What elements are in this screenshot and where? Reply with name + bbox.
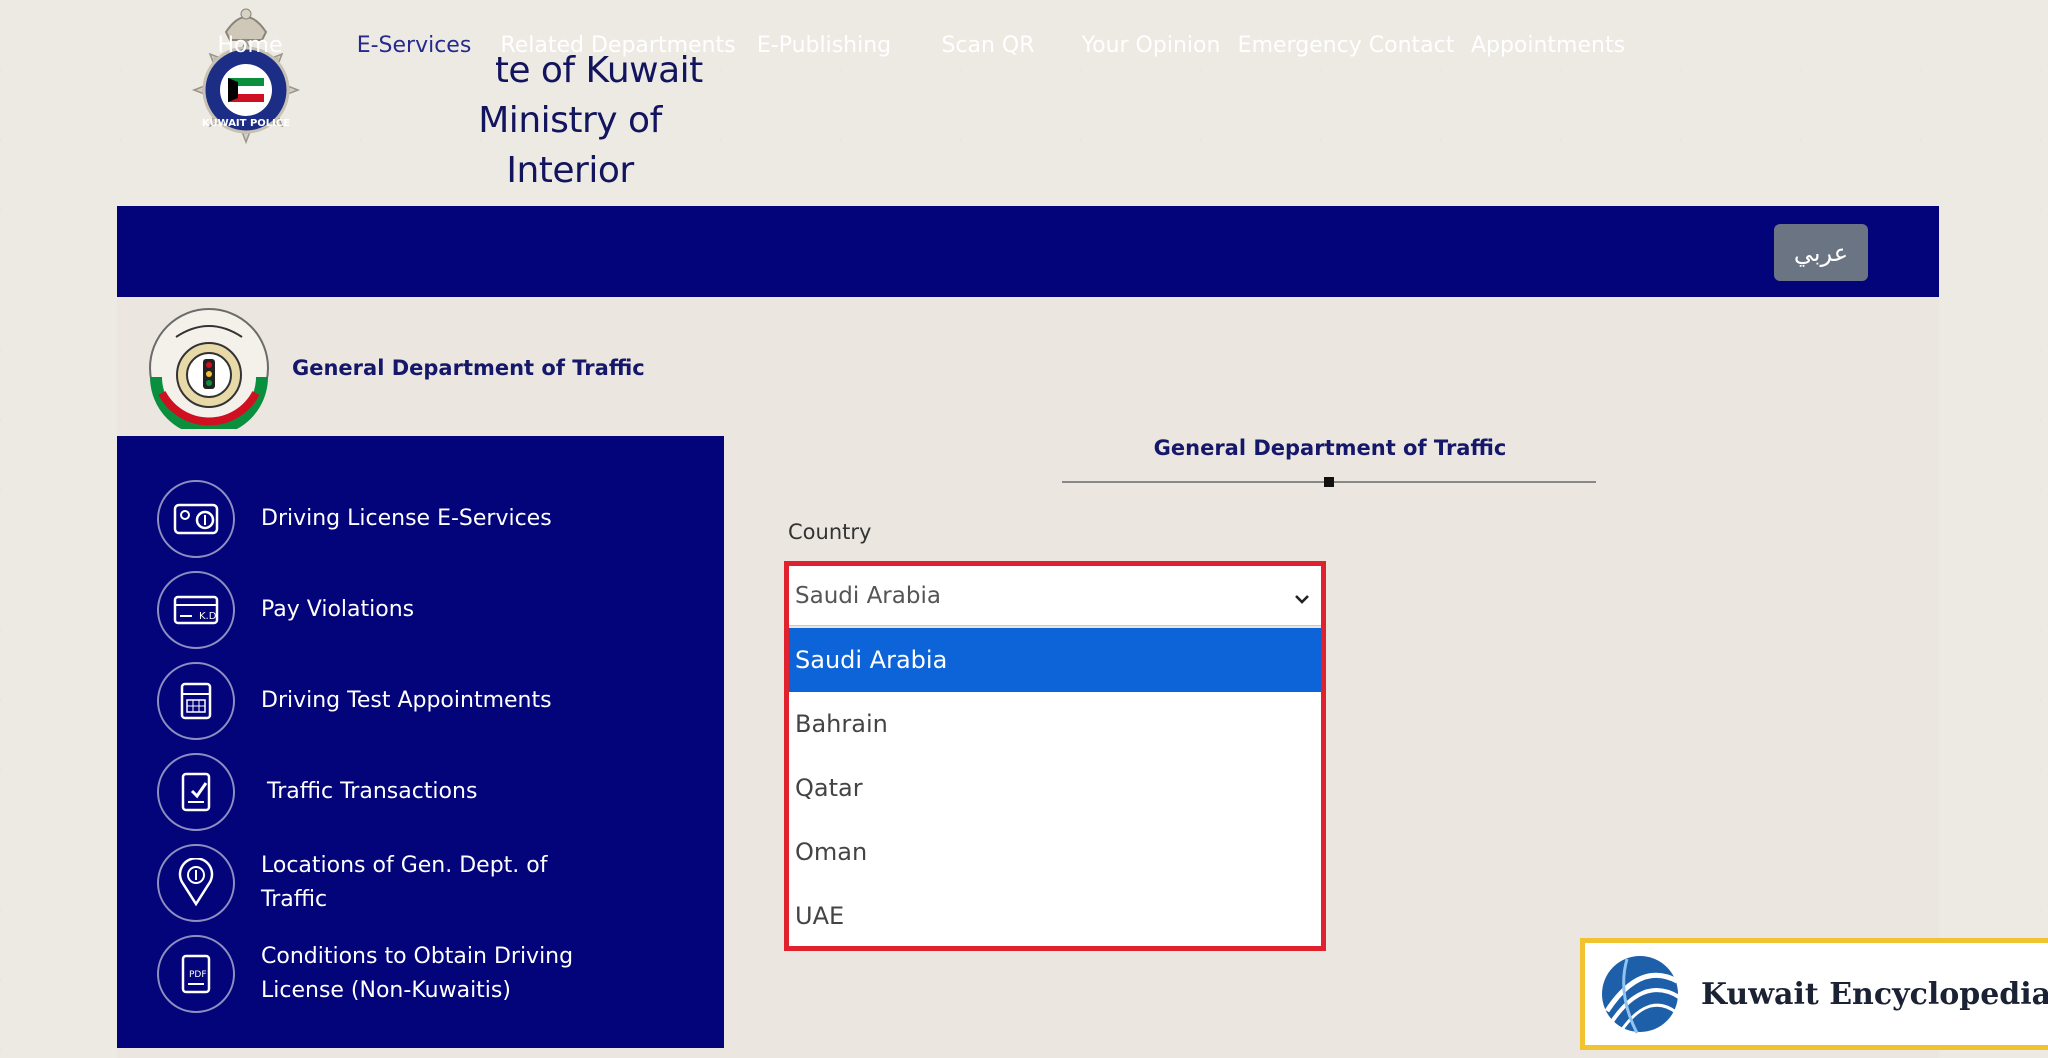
sidebar-item-label: Driving License E-Services: [261, 506, 552, 531]
divider-dot-icon: [1324, 477, 1334, 487]
country-select[interactable]: Saudi Arabia: [789, 566, 1321, 626]
nav-e-publishing[interactable]: E-Publishing: [752, 0, 896, 91]
traffic-department-logo: [148, 307, 270, 436]
pdf-document-icon: PDF: [157, 935, 235, 1013]
arabic-language-button[interactable]: عربي: [1774, 224, 1868, 281]
watermark-text: Kuwait Encyclopedia: [1701, 976, 2048, 1012]
country-option[interactable]: Bahrain: [789, 692, 1321, 756]
sidebar-item-locations[interactable]: Locations of Gen. Dept. of Traffic: [157, 842, 717, 924]
sidebar-item-label: Pay Violations: [261, 597, 415, 622]
nav-home[interactable]: Home: [185, 0, 315, 91]
country-option[interactable]: Oman: [789, 820, 1321, 884]
main-heading: General Department of Traffic: [1153, 436, 1507, 460]
chevron-down-icon: [1293, 586, 1311, 612]
location-pin-icon: [157, 844, 235, 922]
svg-text:KUWAIT POLICE: KUWAIT POLICE: [202, 118, 290, 129]
country-select-value: Saudi Arabia: [795, 582, 941, 609]
sidebar-item-label: Traffic Transactions: [267, 779, 478, 804]
main-navbar: [117, 206, 1939, 297]
nav-emergency-contact[interactable]: Emergency Contact: [1238, 0, 1455, 91]
sidebar-item-driving-license[interactable]: Driving License E-Services: [157, 478, 717, 560]
globe-icon: [1597, 951, 1683, 1037]
nav-scan-qr[interactable]: Scan QR: [930, 0, 1046, 91]
nav-appointments[interactable]: Appointments: [1468, 0, 1628, 91]
country-options-list: Saudi Arabia Bahrain Qatar Oman UAE: [789, 628, 1321, 946]
sidebar-item-label: Driving Test Appointments: [261, 688, 552, 713]
site-title-line2: Ministry of Interior: [478, 100, 662, 191]
services-sidebar: Driving License E-Services K.D Pay Viola…: [117, 436, 724, 1048]
country-option[interactable]: UAE: [789, 884, 1321, 948]
svg-text:PDF: PDF: [189, 970, 207, 980]
country-label: Country: [788, 520, 872, 544]
svg-text:K.D: K.D: [199, 611, 217, 622]
country-option[interactable]: Saudi Arabia: [789, 628, 1321, 692]
encyclopedia-watermark: Kuwait Encyclopedia: [1580, 938, 2048, 1050]
license-card-icon: [157, 480, 235, 558]
country-option[interactable]: Qatar: [789, 756, 1321, 820]
payment-card-icon: K.D: [157, 571, 235, 649]
sidebar-item-label: Conditions to Obtain Driving License (No…: [261, 944, 574, 1003]
nav-your-opinion[interactable]: Your Opinion: [1076, 0, 1226, 91]
nav-e-services[interactable]: E-Services: [332, 0, 496, 91]
sidebar-item-traffic-transactions[interactable]: Traffic Transactions: [157, 751, 717, 833]
checklist-icon: [157, 753, 235, 831]
sidebar-item-conditions-driving-license[interactable]: PDF Conditions to Obtain Driving License…: [157, 933, 717, 1015]
sidebar-item-driving-test-appointments[interactable]: Driving Test Appointments: [157, 660, 717, 742]
department-title: General Department of Traffic: [292, 356, 645, 380]
sidebar-item-label: Locations of Gen. Dept. of Traffic: [261, 853, 548, 912]
nav-related-departments[interactable]: Related Departments: [500, 0, 735, 91]
calendar-icon: [157, 662, 235, 740]
sidebar-item-pay-violations[interactable]: K.D Pay Violations: [157, 569, 717, 651]
